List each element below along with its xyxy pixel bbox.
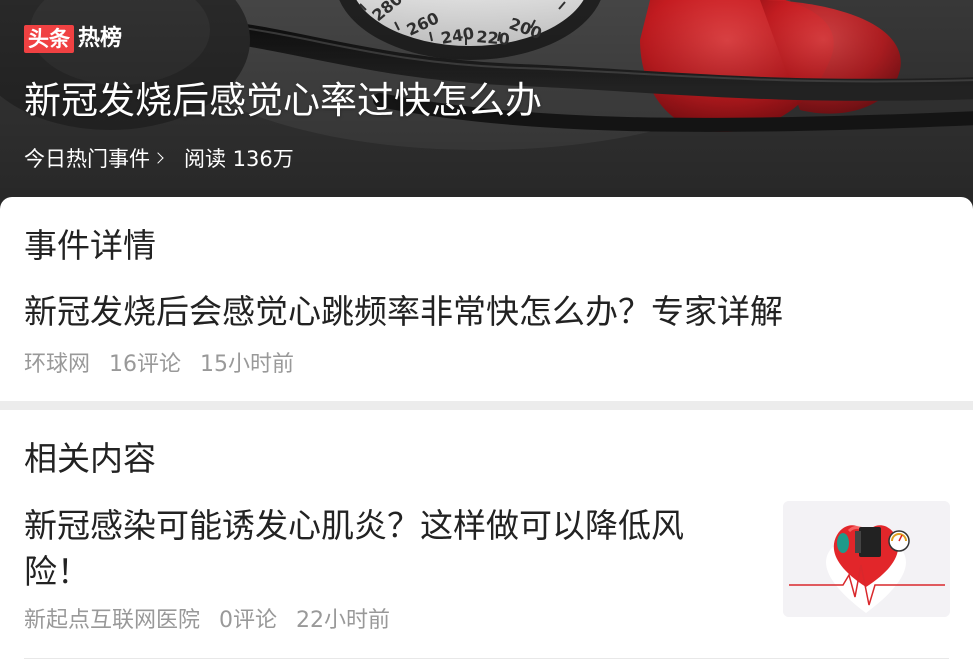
logo-box: 头条 bbox=[24, 25, 74, 53]
heart-blood-pressure-image bbox=[783, 501, 950, 617]
event-detail-card: 事件详情 新冠发烧后会感觉心跳频率非常快怎么办？专家详解 环球网 16评论 15… bbox=[0, 197, 973, 401]
read-count: 阅读 136万 bbox=[184, 147, 294, 171]
publish-time: 15小时前 bbox=[200, 352, 295, 377]
article-source: 环球网 bbox=[24, 352, 91, 377]
logo-text: 热榜 bbox=[78, 26, 123, 51]
page-title: 新冠发烧后感觉心率过快怎么办 bbox=[24, 79, 542, 122]
hero-meta-row: 今日热门事件 阅读 136万 bbox=[24, 143, 294, 175]
comment-count[interactable]: 0评论 bbox=[219, 608, 277, 633]
section-title-related: 相关内容 bbox=[24, 439, 156, 478]
event-meta: 环球网 16评论 15小时前 bbox=[24, 349, 294, 381]
event-headline-link[interactable]: 新冠发烧后会感觉心跳频率非常快怎么办？专家详解 bbox=[24, 289, 783, 335]
publish-time: 22小时前 bbox=[296, 608, 391, 633]
related-meta: 新起点互联网医院 0评论 22小时前 bbox=[24, 605, 390, 637]
article-source: 新起点互联网医院 bbox=[24, 608, 201, 633]
related-thumbnail[interactable] bbox=[783, 501, 950, 617]
section-title-event-detail: 事件详情 bbox=[24, 226, 156, 265]
chevron-right-icon[interactable] bbox=[152, 152, 164, 164]
toutiao-hot-list-logo[interactable]: 头条 热榜 bbox=[24, 24, 122, 54]
hero-banner: 280 260 240 220 200 bbox=[0, 0, 973, 215]
category-link[interactable]: 今日热门事件 bbox=[24, 143, 150, 175]
related-headline-link[interactable]: 新冠感染可能诱发心肌炎？这样做可以降低风险！ bbox=[24, 503, 744, 595]
comment-count[interactable]: 16评论 bbox=[109, 352, 181, 377]
related-content-card: 相关内容 新冠感染可能诱发心肌炎？这样做可以降低风险！ 新起点互联网医院 0评论… bbox=[0, 410, 973, 659]
hot-topic-page: 280 260 240 220 200 bbox=[0, 0, 973, 659]
